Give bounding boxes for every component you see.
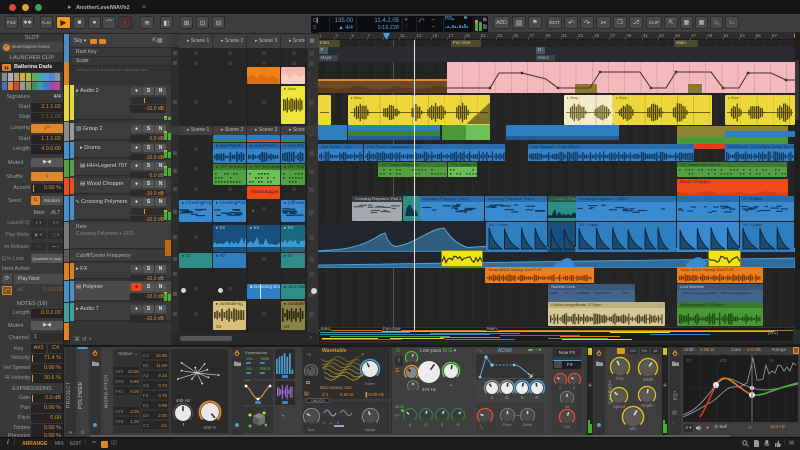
svg-text:20: 20 xyxy=(686,358,692,363)
svg-text:100: 100 xyxy=(719,358,727,363)
svg-text:1k: 1k xyxy=(769,358,775,363)
svg-text:1: 1 xyxy=(715,384,717,388)
